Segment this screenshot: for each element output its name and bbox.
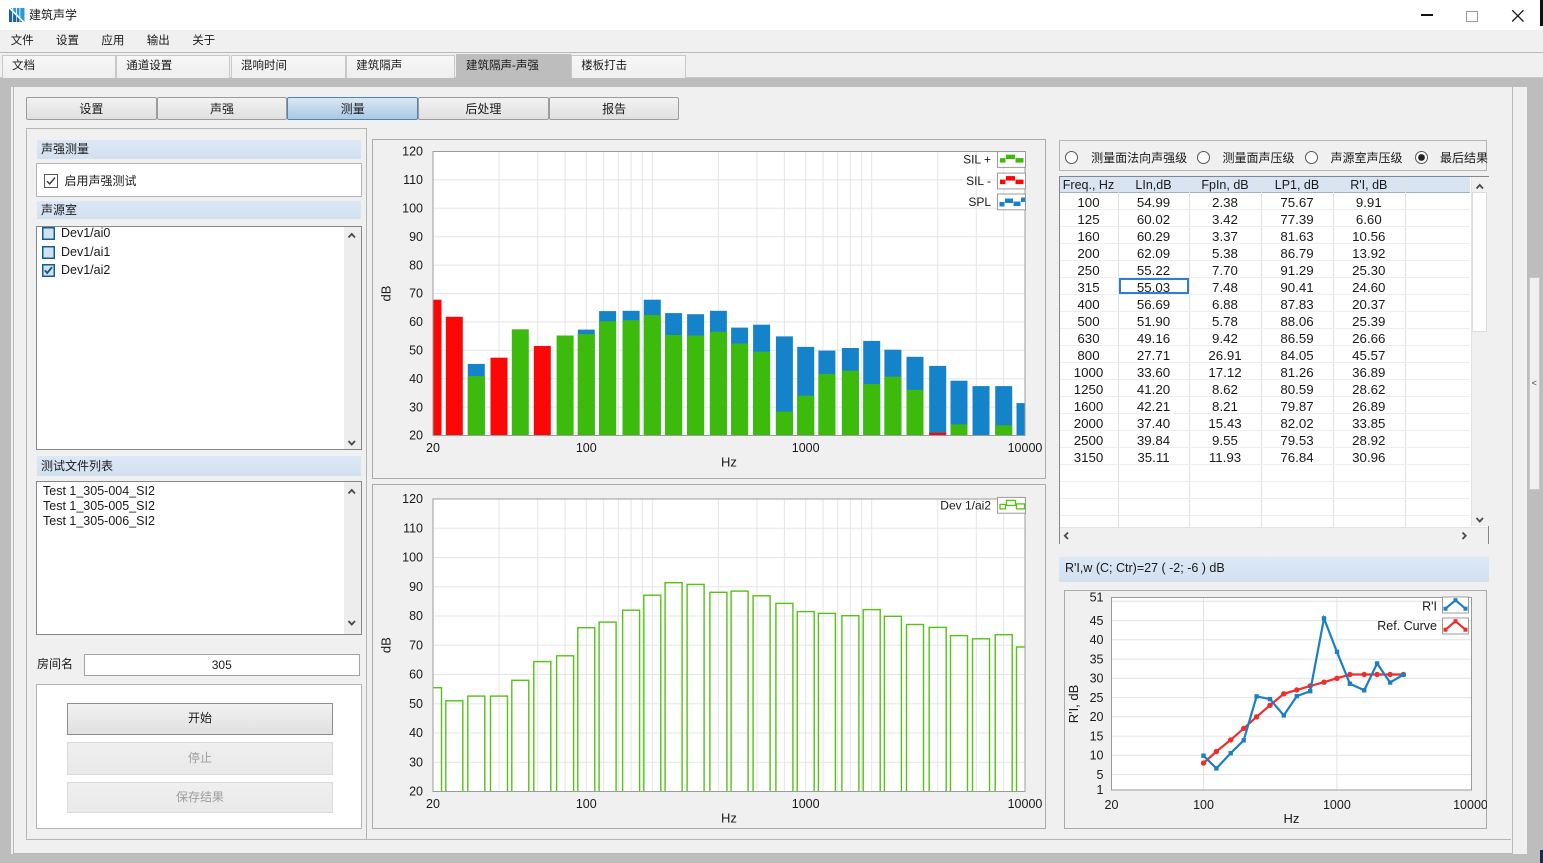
svg-text:100: 100: [1193, 798, 1214, 812]
svg-text:50: 50: [409, 344, 423, 358]
svg-text:1: 1: [1096, 783, 1103, 797]
svg-text:5: 5: [1096, 768, 1103, 782]
svg-text:40: 40: [409, 372, 423, 386]
svg-text:dB: dB: [379, 286, 394, 302]
svg-text:Ref. Curve: Ref. Curve: [1377, 619, 1437, 633]
svg-text:50: 50: [409, 697, 423, 711]
svg-text:100: 100: [402, 202, 423, 216]
svg-text:110: 110: [403, 522, 423, 536]
svg-text:70: 70: [409, 638, 423, 652]
svg-text:1000: 1000: [792, 797, 820, 811]
svg-text:80: 80: [409, 609, 423, 623]
svg-text:Hz: Hz: [1283, 811, 1299, 826]
svg-text:60: 60: [409, 315, 423, 329]
svg-text:20: 20: [409, 429, 423, 443]
svg-text:30: 30: [409, 755, 423, 769]
svg-text:80: 80: [409, 258, 423, 272]
svg-text:30: 30: [409, 400, 423, 414]
svg-text:SIL -: SIL -: [966, 174, 991, 188]
svg-text:60: 60: [409, 668, 423, 682]
svg-text:Dev 1/ai2: Dev 1/ai2: [940, 499, 991, 513]
svg-text:40: 40: [409, 726, 423, 740]
svg-text:R'I: R'I: [1422, 600, 1437, 614]
svg-text:120: 120: [402, 492, 423, 506]
svg-text:SIL +: SIL +: [963, 153, 991, 167]
svg-text:20: 20: [1089, 710, 1103, 724]
svg-text:15: 15: [1089, 729, 1103, 743]
svg-text:100: 100: [402, 551, 423, 565]
svg-text:dB: dB: [379, 637, 394, 653]
svg-text:45: 45: [1089, 614, 1103, 628]
svg-text:100: 100: [576, 797, 597, 811]
svg-text:20: 20: [409, 785, 423, 799]
svg-text:25: 25: [1089, 691, 1103, 705]
svg-text:40: 40: [1089, 633, 1103, 647]
svg-text:R'I, dB: R'I, dB: [1066, 685, 1081, 724]
svg-text:120: 120: [402, 145, 423, 159]
svg-text:90: 90: [409, 230, 423, 244]
svg-text:20: 20: [1104, 798, 1118, 812]
svg-text:30: 30: [1089, 672, 1103, 686]
svg-text:SPL: SPL: [968, 195, 991, 209]
svg-text:Hz: Hz: [721, 455, 737, 470]
svg-text:100: 100: [576, 441, 597, 455]
svg-text:110: 110: [403, 173, 423, 187]
svg-text:1000: 1000: [1322, 798, 1350, 812]
svg-text:20: 20: [426, 797, 440, 811]
svg-text:70: 70: [409, 287, 423, 301]
svg-text:10000: 10000: [1008, 797, 1043, 811]
svg-text:1000: 1000: [792, 441, 820, 455]
svg-text:51: 51: [1089, 591, 1103, 605]
svg-text:90: 90: [409, 580, 423, 594]
svg-text:20: 20: [426, 441, 440, 455]
svg-text:10000: 10000: [1453, 798, 1487, 812]
svg-text:10: 10: [1089, 749, 1103, 763]
svg-text:Hz: Hz: [721, 811, 737, 826]
svg-text:35: 35: [1089, 652, 1103, 666]
